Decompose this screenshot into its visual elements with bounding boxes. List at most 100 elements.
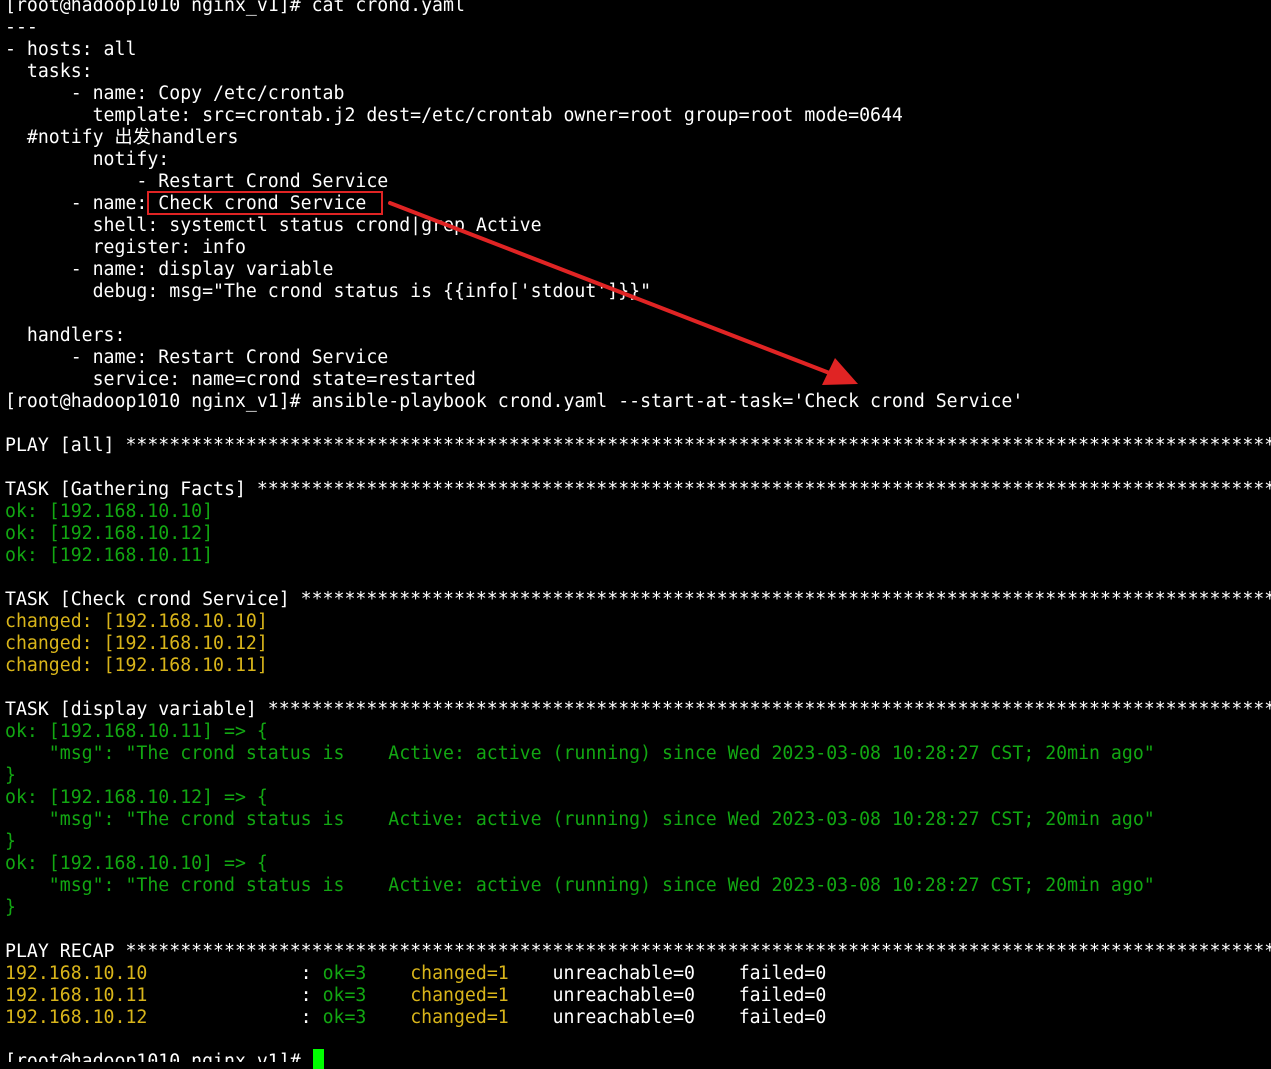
terminal-line: - Restart Crond Service [5,171,388,193]
terminal-text: debug: msg="The crond status is {{info['… [5,281,652,302]
terminal-line: TASK [display variable] [5,699,268,721]
terminal-line: tasks: [5,61,93,83]
terminal-line: } [5,765,16,787]
terminal-text: unreachable=0 failed=0 [508,1007,827,1028]
terminal-line: [root@hadoop1010 nginx_v1]# ansible-play… [5,391,1023,413]
terminal-text: : [147,985,323,1006]
terminal-text: ok: [192.168.10.10] [5,501,214,522]
terminal-text: [root@hadoop1010 nginx_v1]# cat crond.ya… [5,0,465,16]
terminal-text: : [147,963,323,984]
terminal-line: - name: Restart Crond Service [5,347,389,369]
terminal-line: 192.168.10.10 : ok=3 changed=1 unreachab… [5,963,826,985]
terminal-line: - name: display variable [5,259,334,281]
terminal-line: ok: [192.168.10.11] [5,545,213,567]
terminal-line: notify: [5,149,170,171]
terminal-line: } [5,831,16,853]
terminal-text: PLAY [all] [5,435,126,456]
terminal-text: changed=1 [410,1007,509,1028]
terminal-text: ok: [192.168.10.11] => { [5,721,268,742]
terminal-text: changed: [192.168.10.12] [5,633,268,654]
terminal-text: #notify 出发handlers [5,127,239,148]
terminal-line: - name: Copy /etc/crontab [5,83,345,105]
terminal-text: 192.168.10.12 [5,1007,148,1028]
terminal-text: - name: Restart Crond Service [5,347,389,368]
separator-stars: ****************************************… [256,479,1271,500]
terminal-text: --- [5,17,38,38]
terminal-line: --- [5,17,38,39]
terminal-line: TASK [Gathering Facts] [5,479,257,501]
terminal-text: ok=3 [322,1007,367,1028]
terminal-line: ok: [192.168.10.10] [5,501,213,523]
terminal-window[interactable]: [root@hadoop1010 nginx_v1]# cat crond.ya… [0,0,1271,1062]
terminal-text: "msg": "The crond status is Active: acti… [5,875,1155,896]
terminal-line: ok: [192.168.10.10] => { [5,853,268,875]
terminal-text: } [5,831,16,852]
terminal-text: handlers: [5,325,126,346]
terminal-line: PLAY RECAP [5,941,125,963]
terminal-text: - Restart Crond Service [5,171,389,192]
terminal-line: ok: [192.168.10.12] [5,523,213,545]
terminal-text: 192.168.10.11 [5,985,148,1006]
terminal-line: PLAY [all] [5,435,125,457]
terminal-text: [root@hadoop1010 nginx_v1]# ansible-play… [5,391,1024,412]
terminal-text: changed: [192.168.10.10] [5,611,268,632]
terminal-text: notify: [5,149,170,170]
terminal-text: ok: [192.168.10.11] [5,545,214,566]
terminal-text: changed=1 [410,963,509,984]
terminal-text: register: info [5,237,246,258]
terminal-line: register: info [5,237,246,259]
terminal-line: service: name=crond state=restarted [5,369,476,391]
terminal-text: : [147,1007,323,1028]
terminal-line: changed: [192.168.10.10] [5,611,268,633]
terminal-text: template: src=crontab.j2 dest=/etc/cront… [5,105,903,126]
terminal-line: "msg": "The crond status is Active: acti… [5,743,1155,765]
terminal-text: - name: display variable [5,259,334,280]
terminal-text: TASK [Gathering Facts] [5,479,257,500]
terminal-text: - name: Copy /etc/crontab [5,83,345,104]
terminal-line: "msg": "The crond status is Active: acti… [5,875,1155,897]
terminal-line: #notify 出发handlers [5,127,239,149]
terminal-text: changed=1 [410,985,509,1006]
terminal-text: PLAY RECAP [5,941,126,962]
highlight-box-icon [147,191,383,215]
terminal-cursor[interactable] [313,1049,324,1069]
terminal-text: ok=3 [322,985,367,1006]
terminal-line: } [5,897,16,919]
terminal-line: TASK [Check crond Service] [5,589,301,611]
terminal-text: tasks: [5,61,93,82]
terminal-line: 192.168.10.12 : ok=3 changed=1 unreachab… [5,1007,826,1029]
terminal-text: } [5,897,16,918]
separator-stars: ****************************************… [267,699,1271,720]
terminal-text: "msg": "The crond status is Active: acti… [5,809,1155,830]
terminal-text: ok=3 [322,963,367,984]
separator-stars: ****************************************… [300,589,1271,610]
terminal-line: ok: [192.168.10.12] => { [5,787,268,809]
terminal-text: 192.168.10.10 [5,963,148,984]
terminal-text: TASK [display variable] [5,699,268,720]
terminal-line: changed: [192.168.10.11] [5,655,268,677]
terminal-text: unreachable=0 failed=0 [508,963,827,984]
terminal-line: [root@hadoop1010 nginx_v1]# cat crond.ya… [5,0,465,17]
terminal-text: shell: systemctl status crond|grep Activ… [5,215,542,236]
terminal-text: unreachable=0 failed=0 [508,985,827,1006]
separator-stars: ****************************************… [125,941,1271,962]
separator-stars: ****************************************… [125,435,1271,456]
terminal-text: - hosts: all [5,39,137,60]
terminal-text: ok: [192.168.10.12] [5,523,214,544]
terminal-line: [root@hadoop1010 nginx_v1]# [5,1051,312,1062]
terminal-text: TASK [Check crond Service] [5,589,301,610]
terminal-line: 192.168.10.11 : ok=3 changed=1 unreachab… [5,985,826,1007]
terminal-text: ok: [192.168.10.12] => { [5,787,268,808]
terminal-line: handlers: [5,325,126,347]
terminal-line: debug: msg="The crond status is {{info['… [5,281,651,303]
terminal-line: "msg": "The crond status is Active: acti… [5,809,1155,831]
terminal-text: changed: [192.168.10.11] [5,655,268,676]
terminal-text: } [5,765,16,786]
terminal-text: [root@hadoop1010 nginx_v1]# [5,1051,312,1062]
terminal-text: service: name=crond state=restarted [5,369,476,390]
terminal-line: - hosts: all [5,39,136,61]
terminal-text: ok: [192.168.10.10] => { [5,853,268,874]
terminal-line: changed: [192.168.10.12] [5,633,268,655]
